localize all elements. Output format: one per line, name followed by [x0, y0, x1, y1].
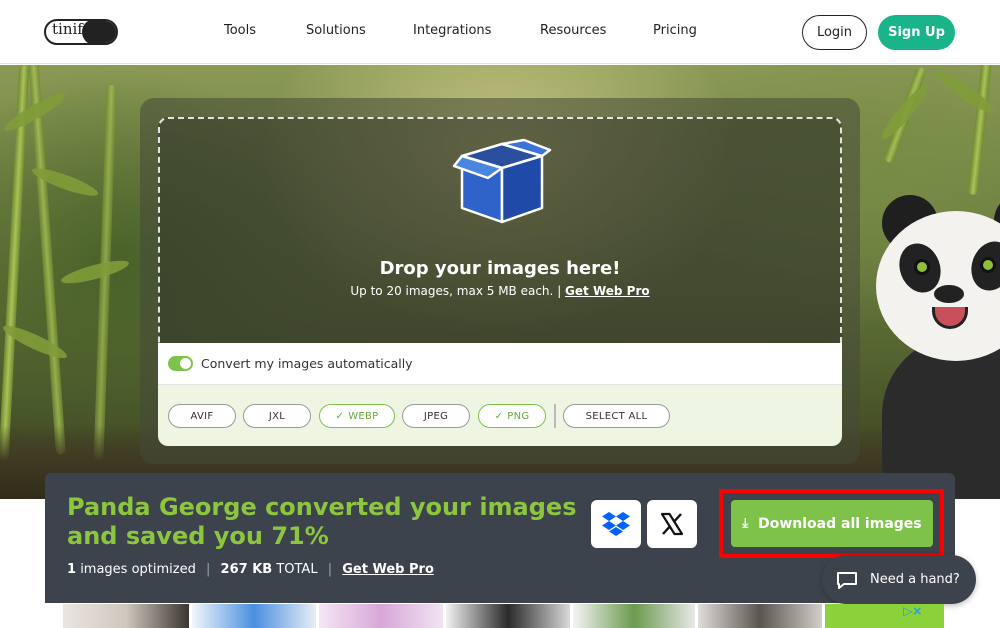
- bamboo-stalk: [28, 65, 66, 455]
- dropbox-button[interactable]: [591, 500, 641, 548]
- download-icon: ⤓: [742, 516, 749, 531]
- box-icon: [452, 138, 552, 224]
- download-label: Download all images: [758, 515, 922, 532]
- format-png[interactable]: ✓ PNG: [478, 404, 546, 428]
- panda-mascot: [862, 185, 1000, 499]
- bamboo-leaf: [877, 80, 933, 144]
- help-label: Need a hand?: [870, 572, 960, 587]
- x-icon: [660, 512, 684, 536]
- format-divider: [554, 404, 556, 428]
- result-stats: 1 images optimized | 267 KB TOTAL | Get …: [67, 562, 434, 577]
- nav-tools[interactable]: Tools: [224, 23, 256, 38]
- images-count: 1: [67, 562, 77, 577]
- signup-button[interactable]: Sign Up: [878, 15, 955, 50]
- format-png-label: PNG: [507, 410, 530, 422]
- format-jpeg[interactable]: JPEG: [402, 404, 470, 428]
- drop-subtitle-text: Up to 20 images, max 5 MB each.: [350, 284, 554, 298]
- auto-convert-row: Convert my images automatically: [158, 343, 842, 385]
- result-title: Panda George converted your images and s…: [67, 493, 577, 550]
- ad-strip[interactable]: [63, 604, 944, 628]
- dropbox-icon: [602, 512, 630, 536]
- x-share-button[interactable]: [647, 500, 697, 548]
- drop-title: Drop your images here!: [379, 258, 621, 279]
- drop-subtitle: Up to 20 images, max 5 MB each. | Get We…: [350, 284, 650, 298]
- bamboo-stalk: [967, 65, 993, 196]
- get-web-pro-link[interactable]: Get Web Pro: [565, 284, 650, 298]
- chat-bubble-icon: [837, 571, 857, 589]
- download-all-button[interactable]: ⤓ Download all images: [731, 500, 933, 547]
- ad-choices-icon[interactable]: ▷×: [903, 604, 922, 618]
- get-web-pro-link[interactable]: Get Web Pro: [342, 562, 434, 577]
- ad-thumbnail[interactable]: [192, 604, 316, 628]
- nav-resources[interactable]: Resources: [540, 23, 606, 38]
- format-avif-label: AVIF: [190, 410, 214, 422]
- format-avif[interactable]: AVIF: [168, 404, 236, 428]
- check-icon: ✓: [494, 410, 504, 422]
- help-chat-button[interactable]: Need a hand?: [822, 555, 976, 604]
- nav-solutions[interactable]: Solutions: [306, 23, 366, 38]
- total-size-label: TOTAL: [276, 562, 318, 577]
- format-webp-label: WEBP: [348, 410, 379, 422]
- ad-thumbnail[interactable]: [825, 604, 944, 628]
- format-jxl[interactable]: JXL: [243, 404, 311, 428]
- logo-text: tinify: [52, 20, 92, 38]
- total-size: 267 KB: [220, 562, 273, 577]
- ad-thumbnail[interactable]: [698, 604, 822, 628]
- ad-thumbnail[interactable]: [573, 604, 695, 628]
- nav-integrations[interactable]: Integrations: [413, 23, 491, 38]
- ad-thumbnail[interactable]: [63, 604, 189, 628]
- ad-thumbnail[interactable]: [446, 604, 570, 628]
- bamboo-leaf: [59, 256, 131, 288]
- site-header: tinify Tools Solutions Integrations Reso…: [0, 0, 1000, 64]
- auto-convert-toggle[interactable]: [168, 356, 193, 371]
- select-all-button[interactable]: SELECT ALL: [563, 404, 670, 428]
- nav-pricing[interactable]: Pricing: [653, 23, 697, 38]
- images-count-label: images optimized: [80, 562, 196, 577]
- login-button[interactable]: Login: [802, 15, 867, 50]
- format-jpeg-label: JPEG: [423, 410, 449, 422]
- format-webp[interactable]: ✓ WEBP: [319, 404, 395, 428]
- select-all-label: SELECT ALL: [585, 410, 648, 422]
- check-icon: ✓: [335, 410, 345, 422]
- ad-thumbnail[interactable]: [319, 604, 443, 628]
- auto-convert-label: Convert my images automatically: [201, 356, 413, 371]
- format-jxl-label: JXL: [268, 410, 286, 422]
